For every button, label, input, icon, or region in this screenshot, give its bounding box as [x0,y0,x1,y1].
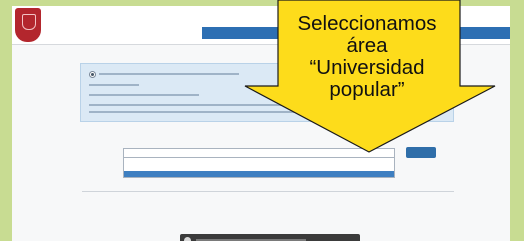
media-player[interactable] [180,234,360,241]
radio-icon[interactable] [89,71,96,78]
callout-line: Seleccionamos [297,12,437,35]
play-icon[interactable] [184,237,191,241]
divider [82,191,454,192]
callout-line: área [346,34,388,57]
crest-icon[interactable] [15,8,41,42]
dropdown-option-selected[interactable] [124,171,394,177]
area-dropdown[interactable] [123,157,395,178]
page-frame: Seleccionamos área “Universidad popular” [0,0,524,241]
callout-line: popular” [329,78,405,101]
callout-text: Seleccionamos área “Universidad popular” [272,13,462,101]
search-button[interactable] [406,147,436,158]
callout-line: “Universidad [309,56,425,79]
